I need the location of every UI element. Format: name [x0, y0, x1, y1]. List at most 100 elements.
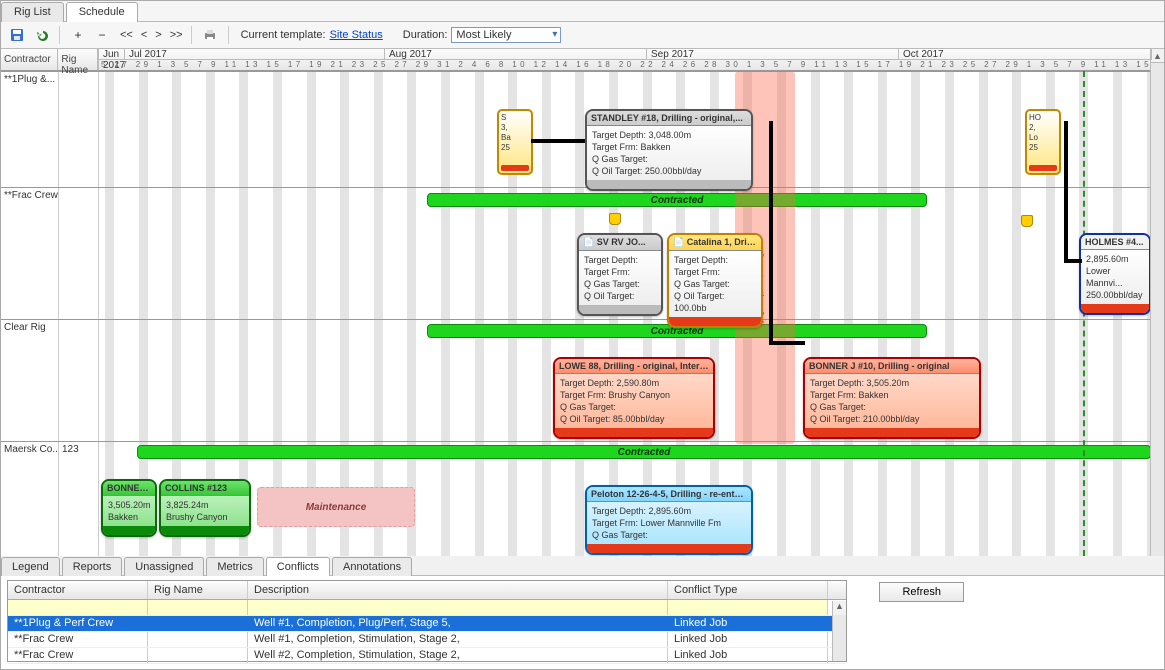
- template-link[interactable]: Site Status: [330, 29, 383, 41]
- card-progress: [103, 526, 155, 535]
- nav-next[interactable]: >: [155, 29, 161, 41]
- card-title: BONNER...: [103, 481, 155, 496]
- gantt-chart[interactable]: ContractedContractedContractedMaintenanc…: [99, 71, 1150, 556]
- col-conflict-type[interactable]: Conflict Type: [668, 581, 828, 599]
- rig-label: [59, 320, 99, 441]
- table-row[interactable]: **Frac CrewWell #1, Completion, Stimulat…: [8, 632, 846, 648]
- col-rig[interactable]: Rig Name: [58, 49, 98, 70]
- mini-card[interactable]: HO2,Lo25: [1025, 109, 1061, 175]
- contractor-row[interactable]: Clear Rig: [1, 319, 99, 441]
- connector-line: [769, 121, 773, 344]
- scroll-up-icon[interactable]: ▲: [1151, 49, 1164, 63]
- rig-label: 123: [59, 442, 99, 557]
- job-card[interactable]: 📄 Catalina 1, Drilling - ori...Target De…: [667, 233, 763, 328]
- col-contractor[interactable]: Contractor: [1, 49, 58, 70]
- month-cell: Oct 2017: [899, 49, 1152, 60]
- job-card[interactable]: Peloton 12-26-4-5, Drilling - re-entry, …: [585, 485, 753, 555]
- separator: [228, 26, 229, 44]
- save-icon[interactable]: [7, 25, 27, 45]
- card-body: Target Depth:Target Frm:Q Gas Target:Q O…: [579, 251, 661, 305]
- mini-card[interactable]: S3,Ba25: [497, 109, 533, 175]
- nav-prev[interactable]: <: [141, 29, 147, 41]
- table-row[interactable]: **Frac CrewWell #2, Completion, Stimulat…: [8, 648, 846, 664]
- col-contractor[interactable]: Contractor: [8, 581, 148, 599]
- card-title: COLLINS #123: [161, 481, 249, 496]
- job-card[interactable]: LOWE 88, Drilling - original, Intermedia…: [553, 357, 715, 439]
- table-row[interactable]: [8, 600, 846, 616]
- nav-last[interactable]: >>: [170, 29, 183, 41]
- bottom-tab-unassigned[interactable]: Unassigned: [124, 557, 204, 576]
- card-title: LOWE 88, Drilling - original, Intermedia…: [555, 359, 713, 374]
- connector-line: [531, 139, 585, 143]
- timeline-header: Jun 2017Jul 2017Aug 2017Sep 2017Oct 2017…: [99, 49, 1150, 71]
- pin-icon[interactable]: [609, 213, 621, 225]
- card-progress: [587, 180, 751, 189]
- bottom-tab-reports[interactable]: Reports: [62, 557, 123, 576]
- card-progress: [587, 544, 751, 553]
- vertical-scrollbar[interactable]: ▲: [1150, 49, 1164, 556]
- contracted-bar[interactable]: Contracted: [137, 445, 1150, 459]
- app-window: Rig List Schedule + − << < > >> Current …: [0, 0, 1165, 670]
- separator: [59, 26, 60, 44]
- duration-select[interactable]: Most Likely: [451, 27, 561, 43]
- bottom-area: Contractor Rig Name Description Conflict…: [1, 576, 1164, 666]
- bottom-tab-legend[interactable]: Legend: [1, 557, 60, 576]
- table-row[interactable]: **1Plug & Perf CrewWell #1, Completion, …: [8, 616, 846, 632]
- job-card[interactable]: BONNER J #10, Drilling - originalTarget …: [803, 357, 981, 439]
- connector-line: [769, 341, 805, 345]
- pin-icon[interactable]: [1021, 215, 1033, 227]
- card-body: Target Depth:Target Frm:Q Gas Target:Q O…: [669, 251, 761, 317]
- bottom-tabs: LegendReportsUnassignedMetricsConflictsA…: [1, 556, 1164, 576]
- job-card[interactable]: STANDLEY #18, Drilling - original,...Tar…: [585, 109, 753, 191]
- card-body: 2,895.60mLower Mannvi...250.00bbl/day: [1081, 250, 1149, 304]
- contractor-label: Clear Rig: [1, 320, 59, 441]
- maintenance-bar[interactable]: Maintenance: [257, 487, 415, 527]
- card-body: 3,505.20mBakken: [103, 496, 155, 526]
- minus-icon[interactable]: −: [92, 25, 112, 45]
- plus-icon[interactable]: +: [68, 25, 88, 45]
- contractor-label: **Frac Crew: [1, 188, 59, 319]
- card-title: BONNER J #10, Drilling - original: [805, 359, 979, 374]
- separator: [191, 26, 192, 44]
- contractor-row[interactable]: **1Plug &...: [1, 71, 99, 187]
- left-header: Contractor Rig Name: [1, 49, 99, 71]
- nav-first[interactable]: <<: [120, 29, 133, 41]
- bottom-panel: LegendReportsUnassignedMetricsConflictsA…: [1, 556, 1164, 669]
- bottom-tab-conflicts[interactable]: Conflicts: [266, 557, 330, 576]
- contractor-label: **1Plug &...: [1, 72, 59, 187]
- card-title: 📄 SV RV JO...: [579, 235, 661, 251]
- connector-line: [1064, 259, 1082, 263]
- grid-scrollbar[interactable]: ▲: [832, 601, 846, 661]
- col-rig-name[interactable]: Rig Name: [148, 581, 248, 599]
- left-pane: **1Plug &...**Frac CrewClear RigMaersk C…: [1, 71, 99, 556]
- bottom-tab-annotations[interactable]: Annotations: [332, 557, 412, 576]
- contractor-row[interactable]: Maersk Co...123: [1, 441, 99, 557]
- month-cell: Jul 2017: [125, 49, 385, 60]
- refresh-button[interactable]: Refresh: [879, 582, 964, 602]
- bottom-tab-metrics[interactable]: Metrics: [206, 557, 263, 576]
- tab-rig-list[interactable]: Rig List: [1, 2, 64, 22]
- card-title: 📄 Catalina 1, Drilling - ori...: [669, 235, 761, 251]
- print-icon[interactable]: [200, 25, 220, 45]
- contractor-row[interactable]: **Frac Crew: [1, 187, 99, 319]
- grid-header: Contractor Rig Name Description Conflict…: [8, 581, 846, 600]
- conflicts-grid[interactable]: Contractor Rig Name Description Conflict…: [7, 580, 847, 662]
- card-body: 3,825.24mBrushy Canyon: [161, 496, 249, 526]
- card-body: Target Depth: 3,505.20mTarget Frm: Bakke…: [805, 374, 979, 428]
- top-tabs: Rig List Schedule: [1, 1, 1164, 22]
- undo-icon[interactable]: [31, 25, 51, 45]
- toolbar: + − << < > >> Current template: Site Sta…: [1, 22, 1164, 49]
- scroll-up-icon[interactable]: ▲: [833, 601, 846, 615]
- card-title: Peloton 12-26-4-5, Drilling - re-entry, …: [587, 487, 751, 502]
- contracted-bar[interactable]: Contracted: [427, 193, 927, 207]
- month-cell: Jun 2017: [99, 49, 125, 60]
- card-progress: [669, 317, 761, 326]
- job-card[interactable]: COLLINS #1233,825.24mBrushy Canyon: [159, 479, 251, 537]
- col-description[interactable]: Description: [248, 581, 668, 599]
- job-card[interactable]: BONNER...3,505.20mBakken: [101, 479, 157, 537]
- rig-label: [59, 72, 99, 187]
- rig-label: [59, 188, 99, 319]
- tab-schedule[interactable]: Schedule: [66, 2, 138, 22]
- job-card[interactable]: HOLMES #4...2,895.60mLower Mannvi...250.…: [1079, 233, 1150, 315]
- job-card[interactable]: 📄 SV RV JO...Target Depth:Target Frm:Q G…: [577, 233, 663, 316]
